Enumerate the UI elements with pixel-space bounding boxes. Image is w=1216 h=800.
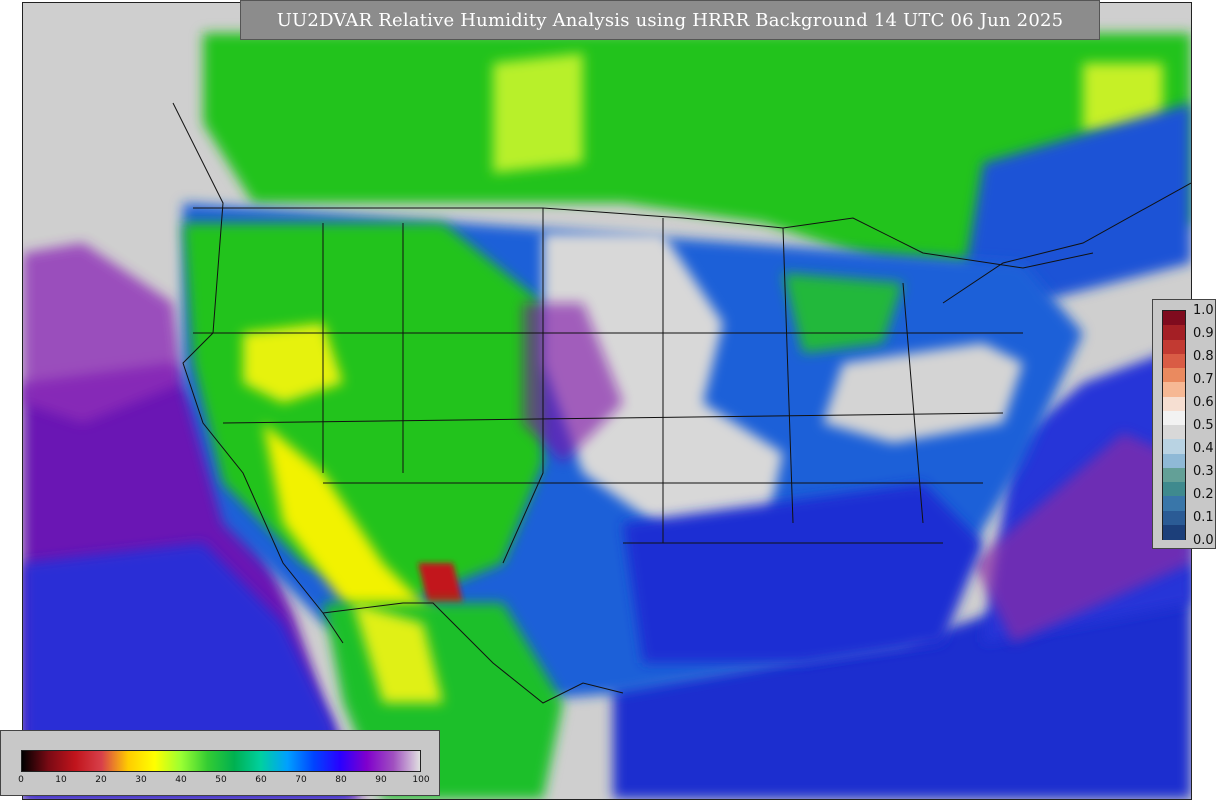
legend-tick-label: 90 — [375, 775, 387, 785]
rh-colorbar: 1.0 0.9 0.8 0.7 0.6 0.5 0.4 0.3 0.2 0.1 0.0 — [1152, 299, 1216, 549]
colorbar-swatch — [1163, 339, 1185, 355]
colorbar-tick-label: 0.0 — [1193, 533, 1214, 548]
colorbar-swatch — [1163, 439, 1185, 454]
legend-ramp — [21, 750, 421, 772]
legend-tick-label: 40 — [175, 775, 187, 785]
colorbar-swatch — [1163, 453, 1185, 469]
colorbar-swatch — [1163, 467, 1185, 483]
legend-tick-label: 0 — [18, 775, 24, 785]
colorbar-swatch — [1163, 425, 1185, 440]
map-canvas — [22, 2, 1192, 800]
colorbar-swatch — [1163, 496, 1185, 511]
rh-legend: 0 10 20 30 40 50 60 70 80 90 100 — [0, 730, 440, 796]
canada-yellow — [493, 53, 583, 173]
colorbar-swatch — [1163, 524, 1185, 540]
legend-tick-label: 20 — [95, 775, 107, 785]
colorbar-tick-label: 0.3 — [1193, 464, 1214, 479]
legend-tick-label: 30 — [135, 775, 147, 785]
legend-tick-label: 60 — [255, 775, 267, 785]
legend-tick-label: 70 — [295, 775, 307, 785]
colorbar-swatch — [1163, 482, 1185, 497]
humidity-map — [23, 3, 1191, 799]
legend-tick-label: 100 — [412, 775, 430, 785]
colorbar-swatch — [1163, 396, 1185, 412]
colorbar-tick-label: 0.9 — [1193, 326, 1214, 341]
colorbar-swatch — [1163, 510, 1185, 526]
colorbar-ramp — [1162, 310, 1186, 540]
colorbar-tick-label: 0.7 — [1193, 372, 1214, 387]
colorbar-swatch — [1163, 410, 1185, 426]
colorbar-tick-label: 0.5 — [1193, 418, 1214, 433]
colorbar-tick-label: 0.8 — [1193, 349, 1214, 364]
map-title: UU2DVAR Relative Humidity Analysis using… — [240, 0, 1100, 40]
colorbar-tick-label: 0.6 — [1193, 395, 1214, 410]
legend-tick-label: 50 — [215, 775, 227, 785]
colorbar-swatch — [1163, 353, 1185, 369]
colorbar-tick-label: 0.1 — [1193, 510, 1214, 525]
colorbar-tick-label: 1.0 — [1193, 303, 1214, 318]
colorbar-swatch — [1163, 382, 1185, 397]
legend-tick-label: 10 — [55, 775, 67, 785]
colorbar-swatch — [1163, 368, 1185, 383]
colorbar-swatch — [1163, 311, 1185, 326]
colorbar-tick-label: 0.2 — [1193, 487, 1214, 502]
colorbar-tick-label: 0.4 — [1193, 441, 1214, 456]
colorbar-swatch — [1163, 325, 1185, 340]
legend-tick-label: 80 — [335, 775, 347, 785]
